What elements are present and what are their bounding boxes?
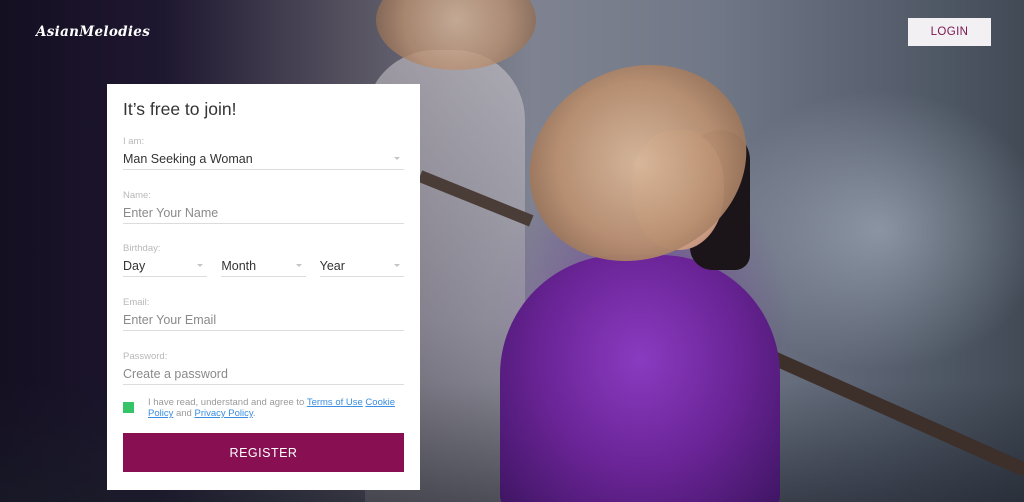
iam-field: I am: Man Seeking a Woman (123, 136, 404, 170)
email-input[interactable]: Enter Your Email (123, 309, 404, 331)
name-label: Name: (123, 190, 151, 201)
consent-row: I have read, understand and agree to Ter… (123, 397, 404, 419)
birthday-month-select[interactable]: Month (221, 255, 306, 277)
privacy-policy-link[interactable]: Privacy Policy (194, 408, 252, 419)
site-logo[interactable]: AsianMelodies (36, 24, 150, 40)
login-button[interactable]: LOGIN (908, 18, 991, 46)
day-value: Day (123, 258, 146, 273)
birthday-year-select[interactable]: Year (319, 255, 404, 277)
iam-value: Man Seeking a Woman (123, 151, 253, 166)
name-input[interactable]: Enter Your Name (123, 202, 404, 224)
birthday-field: Birthday: Day Month Year (123, 243, 404, 277)
name-placeholder: Enter Your Name (123, 205, 219, 220)
signup-title: It’s free to join! (123, 99, 237, 119)
birthday-day-select[interactable]: Day (123, 255, 208, 277)
purple-dress (500, 255, 780, 502)
consent-suffix: . (252, 408, 256, 419)
terms-link[interactable]: Terms of Use (307, 397, 363, 408)
name-field: Name: Enter Your Name (123, 190, 404, 224)
signup-card: It’s free to join! I am: Man Seeking a W… (107, 84, 420, 490)
password-label: Password: (123, 351, 168, 362)
register-button[interactable]: REGISTER (123, 433, 404, 472)
iam-select[interactable]: Man Seeking a Woman (123, 148, 404, 170)
chevron-down-icon (394, 157, 400, 160)
month-value: Month (221, 258, 257, 273)
password-input[interactable]: Create a password (123, 363, 404, 385)
consent-checkbox[interactable] (123, 402, 134, 413)
email-label: Email: (123, 297, 150, 308)
password-field: Password: Create a password (123, 351, 404, 385)
chevron-down-icon (393, 264, 400, 267)
birthday-label: Birthday: (123, 243, 161, 254)
year-value: Year (319, 258, 345, 273)
chevron-down-icon (197, 264, 204, 267)
iam-label: I am: (123, 136, 145, 147)
password-placeholder: Create a password (123, 366, 228, 381)
consent-text: I have read, understand and agree to Ter… (148, 397, 404, 419)
email-placeholder: Enter Your Email (123, 312, 217, 327)
birthday-row: Day Month Year (123, 255, 404, 277)
chevron-down-icon (295, 264, 302, 267)
consent-prefix: I have read, understand and agree to (148, 397, 307, 408)
consent-and: and (173, 408, 195, 419)
email-field: Email: Enter Your Email (123, 297, 404, 331)
